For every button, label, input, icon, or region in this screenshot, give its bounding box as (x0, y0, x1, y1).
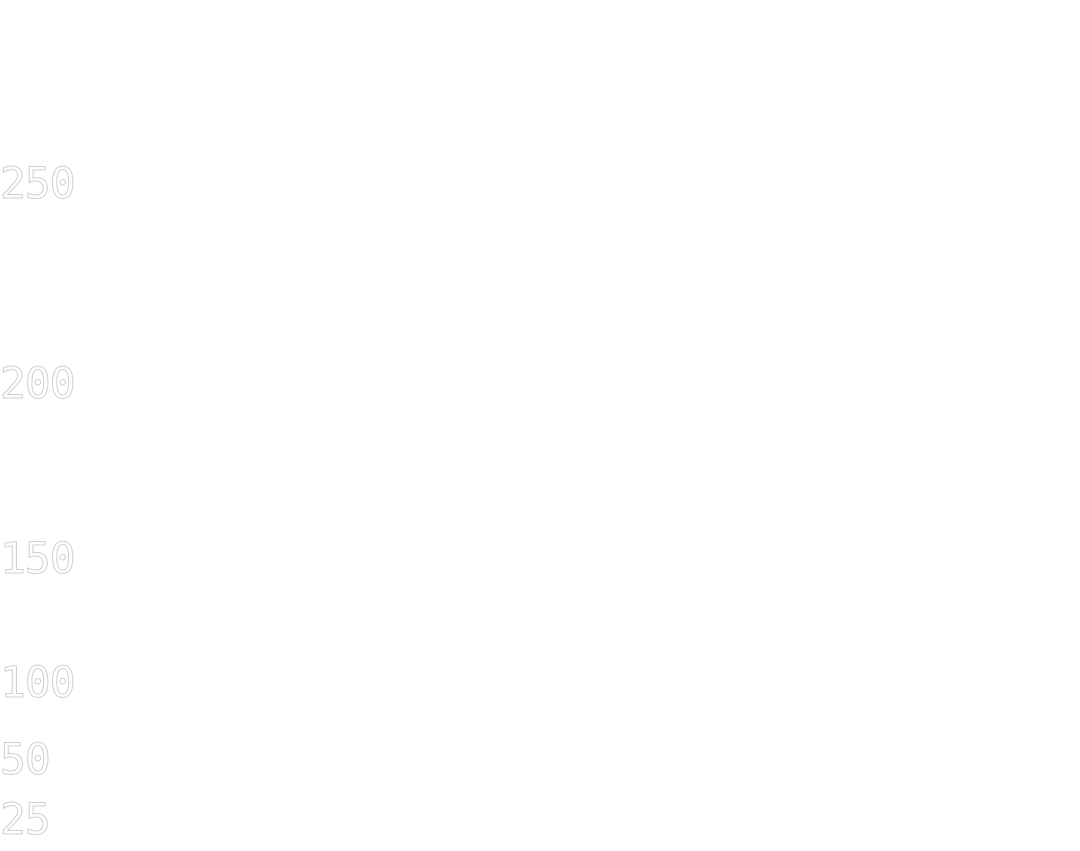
label-200: 200 (0, 359, 75, 409)
label-25: 25 (0, 795, 50, 845)
label-50: 50 (0, 735, 50, 785)
label-250: 250 (0, 159, 75, 209)
scale-canvas: 250 200 150 100 50 25 (0, 0, 1080, 851)
label-100: 100 (0, 658, 75, 708)
label-150: 150 (0, 534, 75, 584)
background (0, 0, 1080, 851)
